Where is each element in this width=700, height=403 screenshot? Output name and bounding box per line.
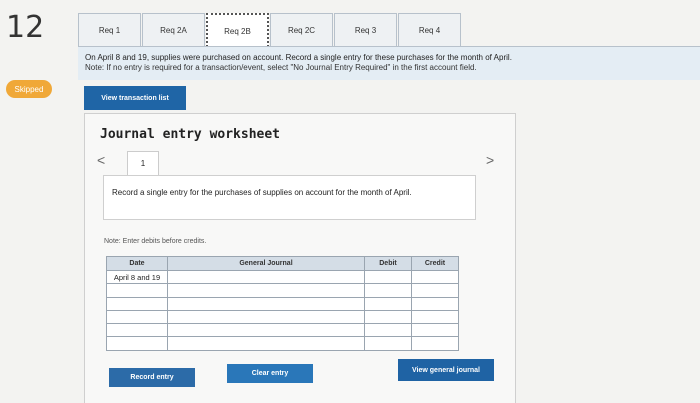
date-cell[interactable] [106,336,168,351]
credit-header: Credit [411,256,459,271]
date-cell[interactable]: April 8 and 19 [106,269,168,285]
debit-field[interactable] [364,336,412,351]
tab-req-2c[interactable]: Req 2C [270,13,333,47]
table-row [106,296,459,311]
credit-field[interactable] [411,283,459,298]
clear-entry-button[interactable]: Clear entry [227,364,313,383]
view-general-journal-button[interactable]: View general journal [398,359,494,381]
worksheet-page-tab[interactable]: 1 [127,151,159,176]
question-number: 12 [6,10,45,45]
status-badge: Skipped [6,80,52,98]
table-row [106,283,459,298]
instruction-note: Note: If no entry is required for a tran… [85,62,477,72]
debit-header: Debit [364,256,412,271]
table-row: April 8 and 19 [106,269,459,285]
worksheet-prompt: Record a single entry for the purchases … [103,175,476,220]
date-cell[interactable] [106,309,168,325]
account-field[interactable] [167,336,365,351]
account-field[interactable] [167,269,365,285]
credit-field[interactable] [411,269,459,285]
tab-req-3[interactable]: Req 3 [334,13,397,47]
debit-field[interactable] [364,269,412,285]
debit-field[interactable] [364,309,412,325]
date-header: Date [106,256,168,271]
credit-field[interactable] [411,323,459,338]
table-row [106,323,459,338]
tab-req-2a[interactable]: Req 2A [142,13,205,47]
journal-entry-table: Date General Journal Debit Credit April … [106,256,459,351]
account-field[interactable] [167,296,365,311]
record-entry-button[interactable]: Record entry [109,368,195,387]
account-field[interactable] [167,323,365,338]
credit-field[interactable] [411,336,459,351]
credit-field[interactable] [411,296,459,311]
account-field[interactable] [167,309,365,325]
debit-field[interactable] [364,283,412,298]
account-field[interactable] [167,283,365,298]
table-row [106,336,459,351]
worksheet-title: Journal entry worksheet [100,127,281,142]
debits-note: Note: Enter debits before credits. [104,238,207,245]
chevron-right-icon[interactable]: > [486,152,494,168]
date-cell[interactable] [106,296,168,311]
general-journal-header: General Journal [167,256,365,271]
date-cell[interactable] [106,283,168,298]
instructions-panel: On April 8 and 19, supplies were purchas… [78,47,700,80]
debit-field[interactable] [364,296,412,311]
tab-req-2b[interactable]: Req 2B [206,13,269,47]
requirement-tabs: Req 1 Req 2A Req 2B Req 2C Req 3 Req 4 [78,13,462,47]
tab-req-4[interactable]: Req 4 [398,13,461,47]
table-row [106,309,459,325]
instruction-text: On April 8 and 19, supplies were purchas… [85,53,512,62]
view-transaction-list-button[interactable]: View transaction list [84,86,186,110]
tab-req-1[interactable]: Req 1 [78,13,141,47]
debit-field[interactable] [364,323,412,338]
chevron-left-icon[interactable]: < [97,152,105,168]
date-cell[interactable] [106,323,168,338]
credit-field[interactable] [411,309,459,325]
